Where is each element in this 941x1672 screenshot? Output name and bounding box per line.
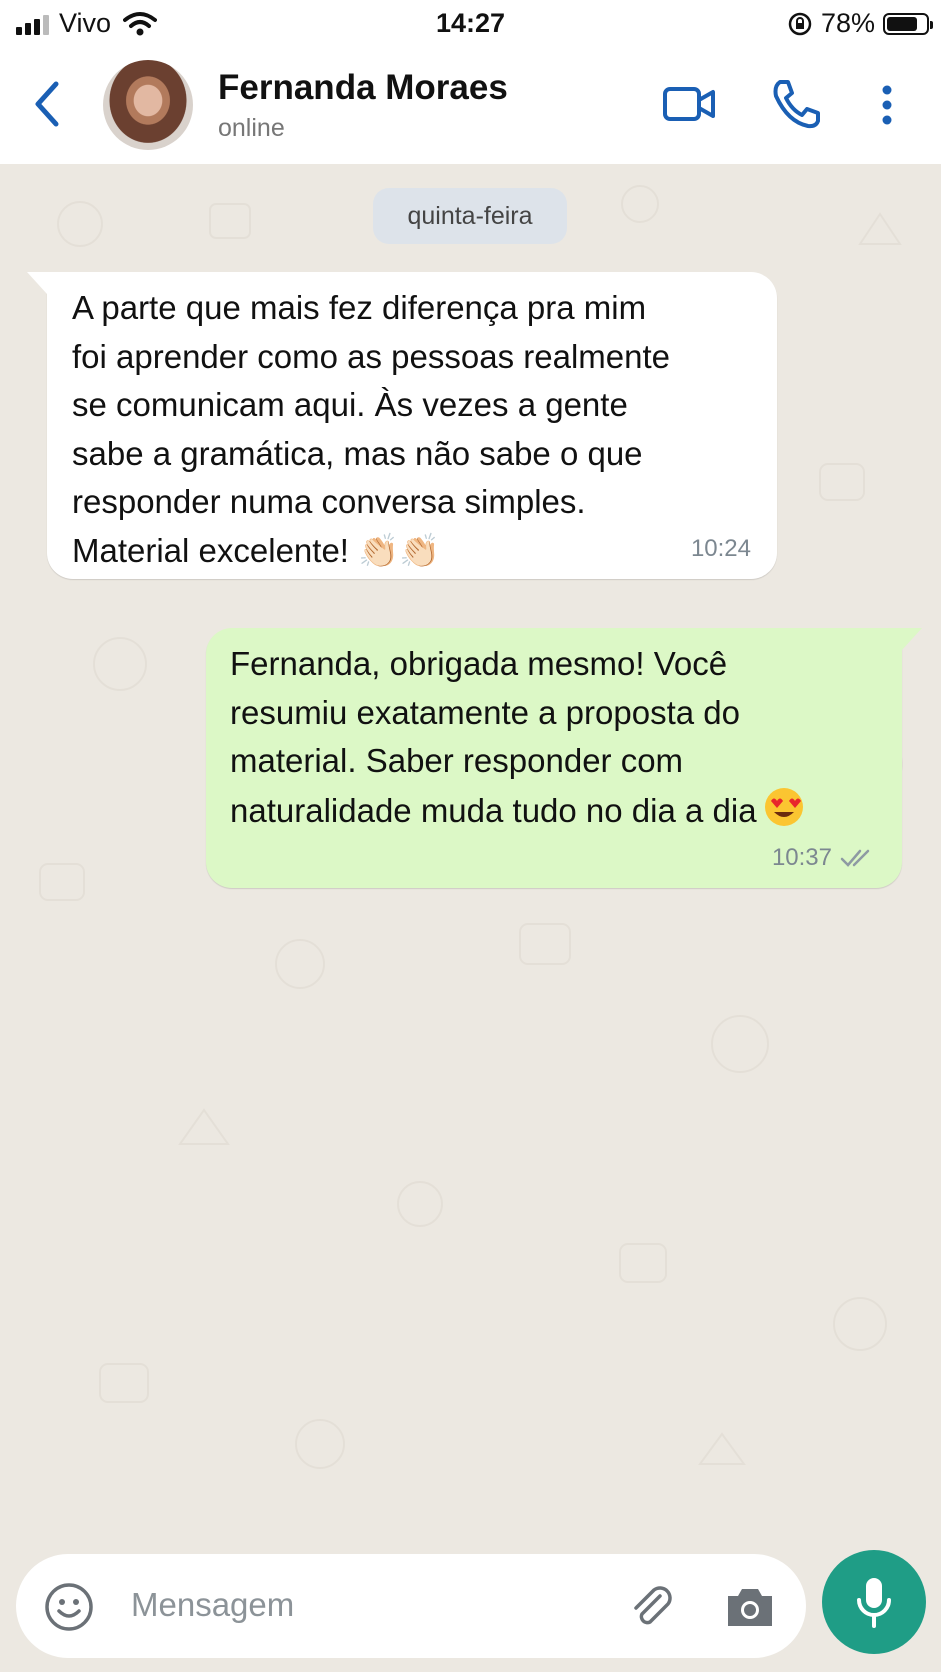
avatar[interactable] [103,60,193,150]
battery-icon [883,12,933,35]
status-bar: Vivo 14:27 78% [0,0,941,48]
message-text-wrap: Fernanda, obrigada mesmo! Você resumiu e… [230,640,872,835]
rotation-lock-icon [788,12,812,35]
message-time: 10:24 [690,535,751,562]
chat-area[interactable]: quinta-feira A parte que mais fez difere… [0,164,941,1544]
video-call-icon[interactable] [662,84,716,124]
battery-fill [887,16,917,31]
back-arrow-icon[interactable] [28,78,68,130]
message-text: A parte que mais fez diferença pra mim f… [72,289,670,569]
contact-name[interactable]: Fernanda Moraes [218,68,508,108]
battery-percent: 78% [820,8,875,38]
emoji-icon[interactable] [44,1582,94,1632]
message-outgoing[interactable]: Fernanda, obrigada mesmo! Você resumiu e… [206,628,922,888]
attachment-icon[interactable] [626,1582,676,1632]
contact-status: online [218,114,285,142]
phone-icon[interactable] [770,78,822,130]
date-separator: quinta-feira [373,188,567,244]
message-meta: 10:37 [772,846,876,870]
message-incoming[interactable]: A parte que mais fez diferença pra mim f… [27,272,777,579]
microphone-button[interactable] [822,1550,926,1654]
chat-header: Fernanda Moraes online [0,48,941,164]
input-bar: Mensagem [0,1544,941,1672]
double-check-icon [840,849,870,867]
message-input[interactable]: Mensagem [16,1554,806,1658]
more-vertical-icon[interactable] [880,84,894,126]
camera-icon[interactable] [724,1584,776,1630]
message-placeholder: Mensagem [131,1586,295,1623]
message-time: 10:37 [771,844,832,871]
status-right: 78% [787,8,933,39]
message-meta: 10:24 [691,537,751,561]
heart-eyes-emoji [764,787,803,826]
message-text: Fernanda, obrigada mesmo! Você resumiu e… [230,645,757,829]
microphone-icon [857,1578,891,1628]
